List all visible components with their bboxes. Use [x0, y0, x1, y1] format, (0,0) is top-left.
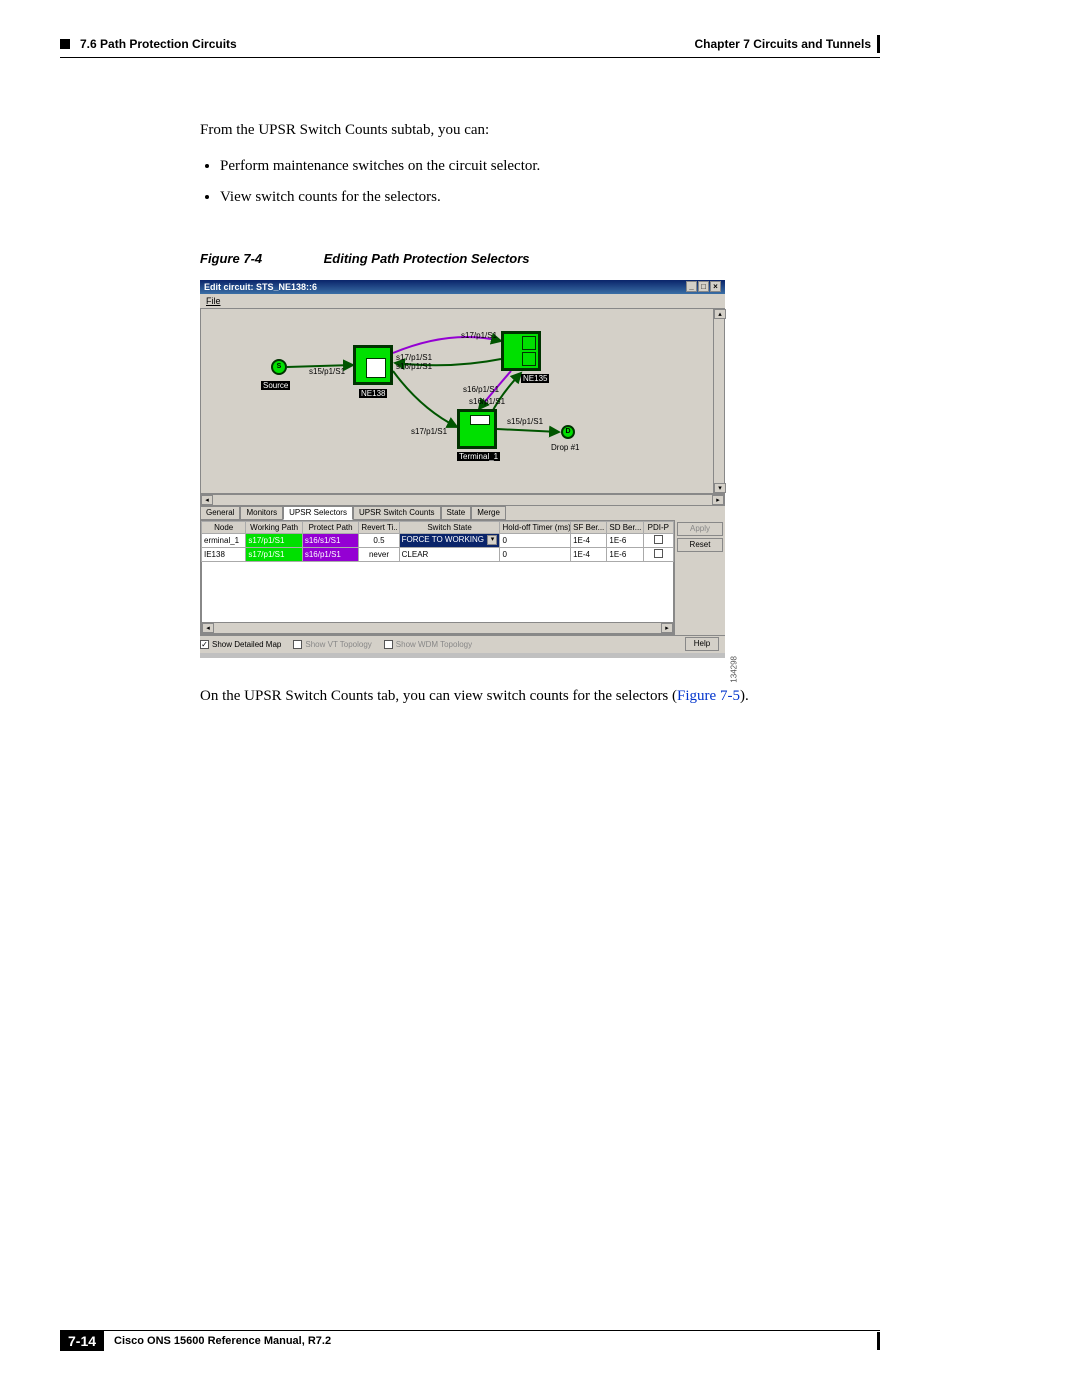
intro-text: From the UPSR Switch Counts subtab, you …: [200, 118, 880, 144]
manual-title: Cisco ONS 15600 Reference Manual, R7.2: [114, 1335, 331, 1347]
figure-link[interactable]: Figure 7-5: [677, 688, 740, 704]
cell-revert: 0.5: [359, 533, 399, 547]
ne135-label: NE135: [521, 374, 549, 383]
tab-state[interactable]: State: [441, 506, 472, 520]
cell-working-path: s17/p1/S1: [246, 533, 302, 547]
page-number: 7-14: [60, 1331, 104, 1351]
col-pdip[interactable]: PDI-P: [643, 521, 673, 533]
pdip-checkbox[interactable]: [654, 535, 663, 544]
col-sdber[interactable]: SD Ber...: [607, 521, 643, 533]
cell-holdoff: 0: [500, 547, 571, 561]
tab-general[interactable]: General: [200, 506, 240, 520]
cell-protect-path: s16/p1/S1: [302, 547, 358, 561]
col-holdoff[interactable]: Hold-off Timer (ms): [500, 521, 571, 533]
cell-holdoff: 0: [500, 533, 571, 547]
cell-sfber: 1E-4: [571, 533, 607, 547]
scroll-left-icon[interactable]: ◂: [202, 623, 214, 633]
window-title: Edit circuit: STS_NE138::6: [204, 280, 317, 294]
figure-footer: ✓Show Detailed Map Show VT Topology Show…: [200, 635, 725, 653]
tabs-row: General Monitors UPSR Selectors UPSR Swi…: [200, 506, 725, 520]
bullet-item: Perform maintenance switches on the circ…: [220, 154, 880, 180]
ne135-node-icon[interactable]: [501, 331, 541, 371]
cell-sfber: 1E-4: [571, 547, 607, 561]
col-switch-state[interactable]: Switch State: [399, 521, 500, 533]
vertical-scrollbar[interactable]: ▴ ▾: [713, 308, 725, 494]
header-bar-icon: [877, 35, 880, 53]
cell-sdber: 1E-6: [607, 533, 643, 547]
scroll-left-icon[interactable]: ◂: [201, 495, 213, 505]
scroll-right-icon[interactable]: ▸: [661, 623, 673, 633]
figure-screenshot: Edit circuit: STS_NE138::6 _ □ × File: [200, 280, 725, 658]
cell-sdber: 1E-6: [607, 547, 643, 561]
cell-protect-path: s16/s1/S1: [302, 533, 358, 547]
col-working-path[interactable]: Working Path: [246, 521, 302, 533]
ne138-node-icon[interactable]: [353, 345, 393, 385]
switch-state-dropdown[interactable]: FORCE TO WORKING▾: [399, 533, 500, 547]
show-wdm-topology-checkbox: Show WDM Topology: [384, 640, 472, 649]
selectors-table[interactable]: Node Working Path Protect Path Revert Ti…: [200, 520, 675, 635]
help-button[interactable]: Help: [685, 637, 719, 651]
file-menu[interactable]: File: [200, 294, 725, 308]
col-revert[interactable]: Revert Ti..: [359, 521, 399, 533]
link-label: s15/p1/S1: [309, 367, 345, 376]
header-rule: [60, 57, 880, 58]
show-vt-topology-checkbox: Show VT Topology: [293, 640, 371, 649]
terminal-label: Terminal_1: [457, 452, 500, 461]
link-label: s17/p1/S1: [461, 331, 497, 340]
chevron-down-icon[interactable]: ▾: [487, 535, 497, 545]
show-detailed-map-checkbox[interactable]: ✓Show Detailed Map: [200, 640, 281, 649]
bullet-item: View switch counts for the selectors.: [220, 185, 880, 211]
cell-switch-state: CLEAR: [399, 547, 500, 561]
drop-node-icon[interactable]: D: [561, 425, 575, 439]
link-label: s17/p1/S1: [396, 353, 432, 362]
scroll-right-icon[interactable]: ▸: [712, 495, 724, 505]
figure-title: Editing Path Protection Selectors: [324, 251, 530, 266]
ne138-label: NE138: [359, 389, 387, 398]
col-sfber[interactable]: SF Ber...: [571, 521, 607, 533]
horizontal-scrollbar[interactable]: ◂ ▸: [200, 494, 725, 506]
link-label: s15/p1/S1: [507, 417, 543, 426]
table-row[interactable]: IE138 s17/p1/S1 s16/p1/S1 never CLEAR 0 …: [202, 547, 674, 561]
cell-node: erminal_1: [202, 533, 246, 547]
header-square-icon: [60, 39, 70, 49]
source-label: Source: [261, 381, 290, 390]
cell-revert: never: [359, 547, 399, 561]
link-label: s16/p1/S1: [396, 362, 432, 371]
section-header: 7.6 Path Protection Circuits: [80, 37, 237, 51]
close-icon[interactable]: ×: [710, 281, 721, 292]
scroll-down-icon[interactable]: ▾: [714, 483, 726, 493]
table-horizontal-scrollbar[interactable]: ◂ ▸: [201, 622, 674, 634]
figure-id: 134298: [730, 656, 739, 683]
link-label: s17/p1/S1: [411, 427, 447, 436]
cell-working-path: s17/p1/S1: [246, 547, 302, 561]
reset-button[interactable]: Reset: [677, 538, 723, 552]
link-label: s16/p1/S1: [463, 385, 499, 394]
tab-monitors[interactable]: Monitors: [240, 506, 283, 520]
tab-merge[interactable]: Merge: [471, 506, 506, 520]
minimize-icon[interactable]: _: [686, 281, 697, 292]
tab-upsr-switch-counts[interactable]: UPSR Switch Counts: [353, 506, 441, 520]
link-label: s16/p1/S1: [469, 397, 505, 406]
drop-label: Drop #1: [551, 443, 579, 452]
terminal-node-icon[interactable]: [457, 409, 497, 449]
scroll-up-icon[interactable]: ▴: [714, 309, 726, 319]
topology-canvas[interactable]: S Source NE138 NE135 Terminal_1 D Drop #…: [200, 308, 725, 494]
footer-bar-icon: [877, 1332, 880, 1350]
apply-button[interactable]: Apply: [677, 522, 723, 536]
tab-upsr-selectors[interactable]: UPSR Selectors: [283, 506, 353, 520]
figure-number: Figure 7-4: [200, 251, 320, 266]
chapter-header: Chapter 7 Circuits and Tunnels: [695, 37, 871, 51]
cell-node: IE138: [202, 547, 246, 561]
col-protect-path[interactable]: Protect Path: [302, 521, 358, 533]
maximize-icon[interactable]: □: [698, 281, 709, 292]
table-row[interactable]: erminal_1 s17/p1/S1 s16/s1/S1 0.5 FORCE …: [202, 533, 674, 547]
source-node-icon[interactable]: S: [271, 359, 287, 375]
pdip-checkbox[interactable]: [654, 549, 663, 558]
col-node[interactable]: Node: [202, 521, 246, 533]
after-figure-text: On the UPSR Switch Counts tab, you can v…: [200, 684, 880, 708]
window-titlebar[interactable]: Edit circuit: STS_NE138::6 _ □ ×: [200, 280, 725, 294]
